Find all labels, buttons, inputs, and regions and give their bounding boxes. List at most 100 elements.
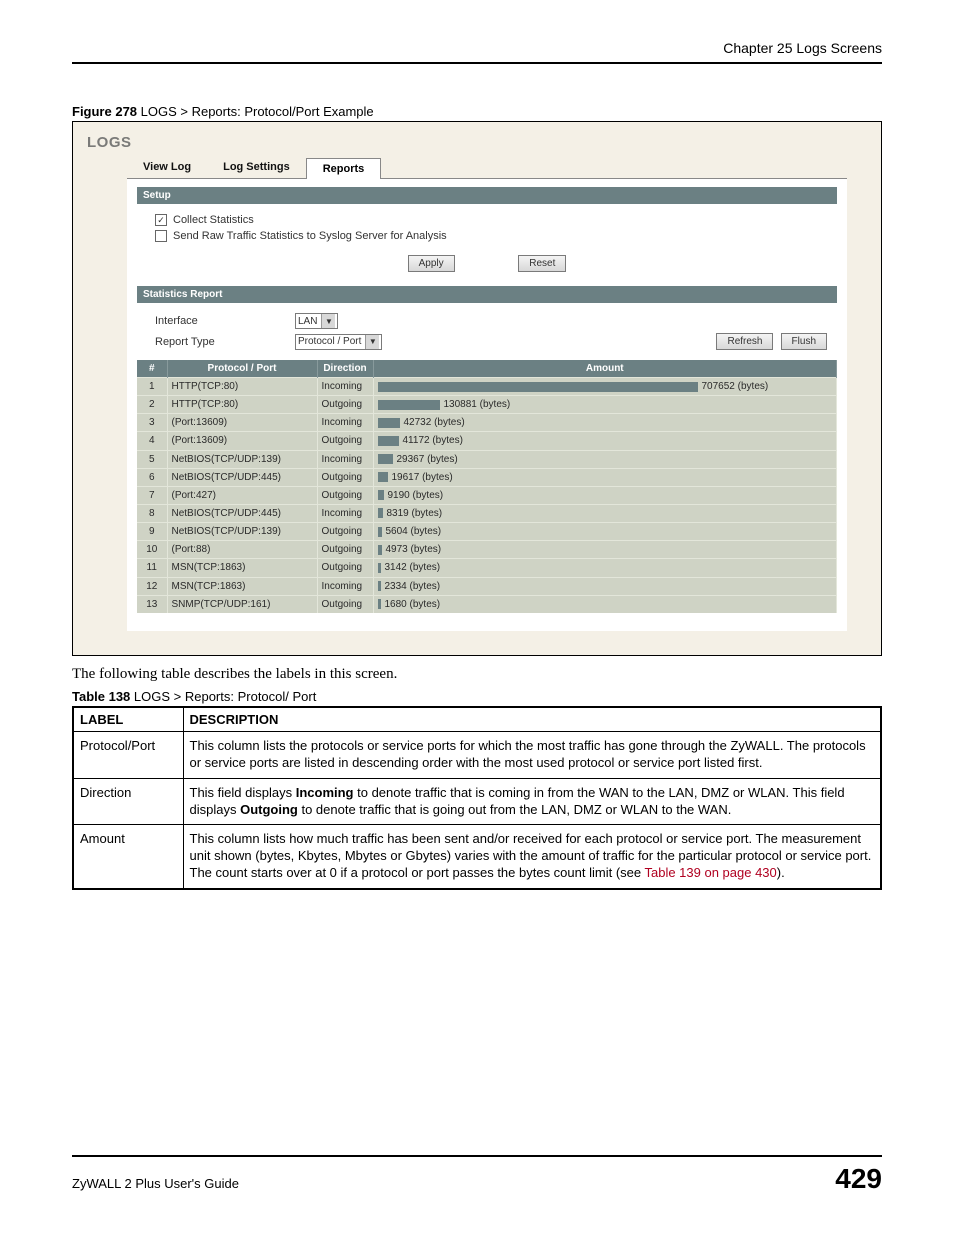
cell-number: 4 — [137, 432, 167, 450]
report-type-select[interactable]: Protocol / Port ▼ — [295, 334, 382, 350]
setup-buttons: Apply Reset — [137, 254, 837, 272]
cell-protocol: (Port:13609) — [167, 432, 317, 450]
cell-number: 11 — [137, 559, 167, 577]
cell-amount: 19617 (bytes) — [373, 468, 837, 486]
cell-direction: Incoming — [317, 504, 373, 522]
cell-direction: Outgoing — [317, 541, 373, 559]
cell-protocol: NetBIOS(TCP/UDP:139) — [167, 523, 317, 541]
cell-direction: Outgoing — [317, 523, 373, 541]
cell-protocol: MSN(TCP:1863) — [167, 577, 317, 595]
send-raw-traffic-checkbox[interactable] — [155, 230, 167, 242]
cell-direction: Incoming — [317, 577, 373, 595]
table-row: 1HTTP(TCP:80)Incoming707652 (bytes) — [137, 378, 837, 396]
amount-bar — [378, 508, 383, 518]
cell-amount: 3142 (bytes) — [373, 559, 837, 577]
cell-number: 6 — [137, 468, 167, 486]
report-type-value: Protocol / Port — [298, 336, 361, 347]
cell-amount: 8319 (bytes) — [373, 504, 837, 522]
cell-number: 8 — [137, 504, 167, 522]
footer-guide-title: ZyWALL 2 Plus User's Guide — [72, 1176, 239, 1191]
cell-number: 10 — [137, 541, 167, 559]
chevron-down-icon: ▼ — [365, 335, 379, 349]
apply-button[interactable]: Apply — [408, 255, 455, 272]
tab-log-settings[interactable]: Log Settings — [207, 157, 306, 178]
amount-label: 29367 (bytes) — [397, 454, 458, 465]
tab-view-log[interactable]: View Log — [127, 157, 207, 178]
cell-protocol: (Port:13609) — [167, 414, 317, 432]
screenshot-logs-reports: LOGS View Log Log Settings Reports Setup… — [72, 121, 882, 656]
cell-protocol: (Port:88) — [167, 541, 317, 559]
table-row: 13SNMP(TCP/UDP:161)Outgoing1680 (bytes) — [137, 595, 837, 613]
table-row: 7(Port:427)Outgoing9190 (bytes) — [137, 486, 837, 504]
amount-label: 1680 (bytes) — [385, 599, 441, 610]
cell-protocol: HTTP(TCP:80) — [167, 378, 317, 396]
table-row: 12MSN(TCP:1863)Incoming 2334 (bytes) — [137, 577, 837, 595]
page-footer: ZyWALL 2 Plus User's Guide 429 — [72, 1155, 882, 1195]
amount-label: 41172 (bytes) — [403, 435, 463, 446]
amount-bar — [378, 563, 381, 573]
amount-bar — [378, 527, 382, 537]
cell-direction: Outgoing — [317, 595, 373, 613]
cell-number: 5 — [137, 450, 167, 468]
cell-number: 1 — [137, 378, 167, 396]
table-title: LOGS > Reports: Protocol/ Port — [130, 689, 316, 704]
figure-title: LOGS > Reports: Protocol/Port Example — [137, 104, 374, 119]
interface-row: Interface LAN ▼ — [137, 311, 837, 331]
cell-label: Protocol/Port — [73, 731, 183, 778]
cell-number: 7 — [137, 486, 167, 504]
amount-label: 3142 (bytes) — [385, 562, 441, 573]
collect-statistics-row: ✓ Collect Statistics — [137, 212, 837, 228]
reset-button[interactable]: Reset — [518, 255, 566, 272]
cell-amount: 29367 (bytes) — [373, 450, 837, 468]
flush-button[interactable]: Flush — [781, 333, 827, 350]
table-row: Protocol/PortThis column lists the proto… — [73, 731, 881, 778]
amount-label: 42732 (bytes) — [404, 417, 465, 428]
cell-direction: Outgoing — [317, 486, 373, 504]
amount-label: 2334 (bytes) — [385, 581, 441, 592]
cell-amount: 42732 (bytes) — [373, 414, 837, 432]
intro-text: The following table describes the labels… — [72, 666, 882, 683]
amount-bar — [378, 545, 382, 555]
cell-direction: Outgoing — [317, 559, 373, 577]
report-type-row: Report Type Protocol / Port ▼ Refresh Fl… — [137, 331, 837, 352]
cell-description: This column lists how much traffic has b… — [183, 825, 881, 889]
th-protocol-port: Protocol / Port — [167, 360, 317, 378]
figure-caption: Figure 278 LOGS > Reports: Protocol/Port… — [72, 104, 882, 119]
amount-bar — [378, 454, 393, 464]
cell-amount: 2334 (bytes) — [373, 577, 837, 595]
interface-select[interactable]: LAN ▼ — [295, 313, 338, 329]
statistics-table: # Protocol / Port Direction Amount 1HTTP… — [137, 360, 837, 613]
table-row: 4(Port:13609)Outgoing 41172 (bytes) — [137, 432, 837, 450]
amount-bar — [378, 490, 384, 500]
statistics-report-header: Statistics Report — [137, 286, 837, 303]
cell-amount: 4973 (bytes) — [373, 541, 837, 559]
amount-bar — [378, 382, 698, 392]
cell-amount: 707652 (bytes) — [373, 378, 837, 396]
send-raw-traffic-label: Send Raw Traffic Statistics to Syslog Se… — [173, 230, 447, 242]
collect-statistics-checkbox[interactable]: ✓ — [155, 214, 167, 226]
interface-value: LAN — [298, 316, 317, 327]
table-row: 3(Port:13609)Incoming42732 (bytes) — [137, 414, 837, 432]
cell-amount: 130881 (bytes) — [373, 396, 837, 414]
cell-protocol: MSN(TCP:1863) — [167, 559, 317, 577]
cell-amount: 1680 (bytes) — [373, 595, 837, 613]
amount-bar — [378, 581, 381, 591]
cell-amount: 9190 (bytes) — [373, 486, 837, 504]
refresh-button[interactable]: Refresh — [716, 333, 773, 350]
cell-amount: 41172 (bytes) — [373, 432, 837, 450]
cell-direction: Outgoing — [317, 396, 373, 414]
cell-direction: Outgoing — [317, 432, 373, 450]
tab-reports[interactable]: Reports — [306, 158, 382, 179]
th-number: # — [137, 360, 167, 378]
table-row: 8NetBIOS(TCP/UDP:445)Incoming8319 (bytes… — [137, 504, 837, 522]
table-row: 11MSN(TCP:1863)Outgoing 3142 (bytes) — [137, 559, 837, 577]
table-row: DirectionThis field displays Incoming to… — [73, 778, 881, 825]
th-label: LABEL — [73, 707, 183, 732]
cell-number: 12 — [137, 577, 167, 595]
cell-direction: Incoming — [317, 378, 373, 396]
amount-label: 4973 (bytes) — [386, 544, 442, 555]
cell-protocol: NetBIOS(TCP/UDP:445) — [167, 468, 317, 486]
page-number: 429 — [835, 1163, 882, 1195]
cell-number: 3 — [137, 414, 167, 432]
send-raw-traffic-row: Send Raw Traffic Statistics to Syslog Se… — [137, 228, 837, 244]
